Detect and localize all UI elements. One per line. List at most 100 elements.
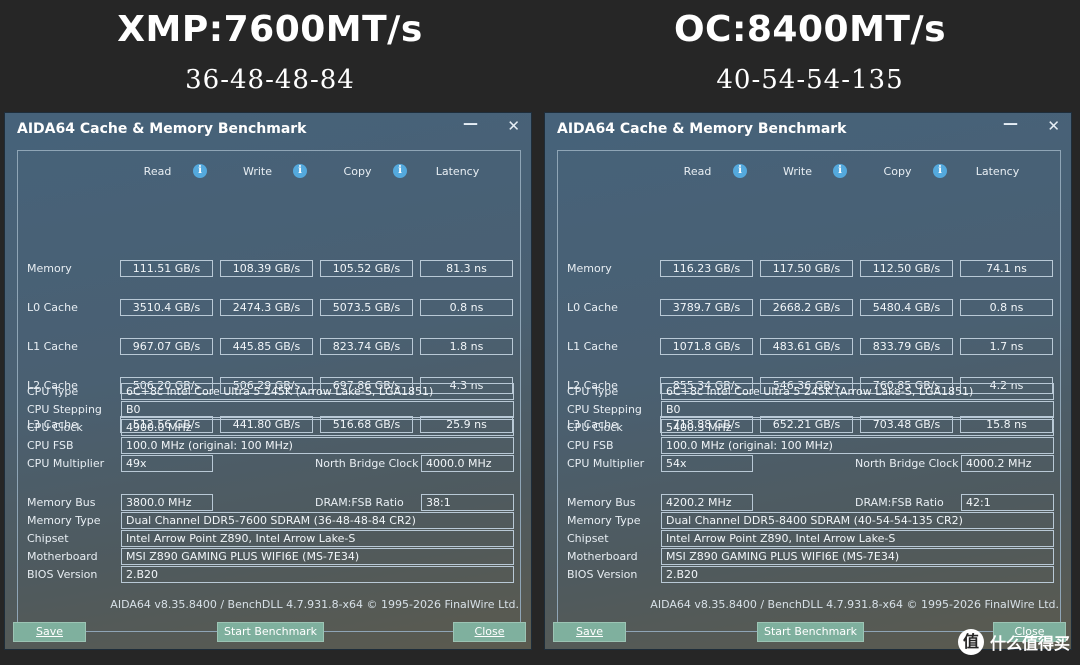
info-label-memory-type: Memory Type xyxy=(27,514,101,527)
info-label-memory-type: Memory Type xyxy=(567,514,641,527)
column-header-read: Read xyxy=(143,165,172,178)
memory-type-value: Dual Channel DDR5-7600 SDRAM (36-48-48-8… xyxy=(121,512,514,529)
save-button[interactable]: Save xyxy=(553,622,626,642)
info-label-cpu-clock: CPU Clock xyxy=(27,421,83,434)
start-benchmark-button[interactable]: Start Benchmark xyxy=(757,622,864,642)
info-label-cpu-type: CPU Type xyxy=(567,385,619,398)
memory-read-value: 116.23 GB/s xyxy=(660,260,753,277)
info-icon[interactable]: i xyxy=(393,164,407,178)
version-footer: AIDA64 v8.35.8400 / BenchDLL 4.7.931.8-x… xyxy=(650,598,1059,611)
column-header-latency: Latency xyxy=(435,165,480,178)
info-icon[interactable]: i xyxy=(193,164,207,178)
bios-version-value: 2.B20 xyxy=(121,566,514,583)
close-button[interactable]: Close xyxy=(453,622,526,642)
cpu-type-value: 6C+8c Intel Core Ultra 5 245K (Arrow Lak… xyxy=(661,383,1054,400)
heading-left: XMP:7600MT/s 36-48-48-84 xyxy=(0,0,540,96)
row-label-memory: Memory xyxy=(27,262,72,275)
info-label-cpu-fsb: CPU FSB xyxy=(567,439,614,452)
info-label-north-bridge-clock: North Bridge Clock xyxy=(315,457,419,470)
close-button-label: Close xyxy=(474,625,505,638)
north-bridge-clock-value: 4000.2 MHz xyxy=(961,455,1054,472)
info-label-memory-bus: Memory Bus xyxy=(567,496,636,509)
site-name: 什么值得买 xyxy=(989,634,1070,653)
l1-write-value: 483.61 GB/s xyxy=(760,338,853,355)
info-label-cpu-type: CPU Type xyxy=(27,385,79,398)
cpu-clock-value: 5400.3 MHz xyxy=(661,419,1054,436)
column-header-write: Write xyxy=(782,165,813,178)
benchmark-window-left: AIDA64 Cache & Memory Benchmark — ✕ Read i Wr… xyxy=(4,112,532,650)
memory-read-value: 111.51 GB/s xyxy=(120,260,213,277)
info-label-cpu-multiplier: CPU Multiplier xyxy=(27,457,105,470)
dram-fsb-ratio-value: 38:1 xyxy=(421,494,514,511)
info-label-cpu-clock: CPU Clock xyxy=(567,421,623,434)
info-label-cpu-stepping: CPU Stepping xyxy=(27,403,102,416)
l0-read-value: 3789.7 GB/s xyxy=(660,299,753,316)
l1-copy-value: 823.74 GB/s xyxy=(320,338,413,355)
heading-timings: 36-48-48-84 xyxy=(185,65,355,95)
minimize-button[interactable]: — xyxy=(1003,115,1018,131)
row-label-l1: L1 Cache xyxy=(567,340,618,353)
info-label-cpu-fsb: CPU FSB xyxy=(27,439,74,452)
info-label-memory-bus: Memory Bus xyxy=(27,496,96,509)
motherboard-value: MSI Z890 GAMING PLUS WIFI6E (MS-7E34) xyxy=(661,548,1054,565)
row-label-l0: L0 Cache xyxy=(27,301,78,314)
memory-copy-value: 112.50 GB/s xyxy=(860,260,953,277)
memory-bus-value: 4200.2 MHz xyxy=(661,494,753,511)
info-label-cpu-multiplier: CPU Multiplier xyxy=(567,457,645,470)
l1-read-value: 967.07 GB/s xyxy=(120,338,213,355)
column-header-copy: Copy xyxy=(883,165,912,178)
site-logo: 值 xyxy=(957,629,984,655)
memory-latency-value: 81.3 ns xyxy=(420,260,513,277)
close-window-button[interactable]: ✕ xyxy=(507,118,520,134)
info-icon[interactable]: i xyxy=(733,164,747,178)
memory-write-value: 117.50 GB/s xyxy=(760,260,853,277)
l1-latency-value: 1.8 ns xyxy=(420,338,513,355)
cpu-clock-value: 4900.0 MHz xyxy=(121,419,514,436)
heading-right: OC:8400MT/s 40-54-54-135 xyxy=(540,0,1080,96)
heading-title: XMP:7600MT/s xyxy=(117,9,423,50)
minimize-button[interactable]: — xyxy=(463,115,478,131)
cpu-stepping-value: B0 xyxy=(661,401,1054,418)
l0-copy-value: 5480.4 GB/s xyxy=(860,299,953,316)
memory-latency-value: 74.1 ns xyxy=(960,260,1053,277)
close-window-button[interactable]: ✕ xyxy=(1047,118,1060,134)
window-titlebar: AIDA64 Cache & Memory Benchmark — ✕ xyxy=(544,112,1072,144)
info-label-motherboard: Motherboard xyxy=(27,550,98,563)
site-watermark: 值 什么值得买 xyxy=(957,629,1070,655)
north-bridge-clock-value: 4000.0 MHz xyxy=(421,455,514,472)
row-label-l0: L0 Cache xyxy=(567,301,618,314)
memory-copy-value: 105.52 GB/s xyxy=(320,260,413,277)
dram-fsb-ratio-value: 42:1 xyxy=(961,494,1054,511)
info-icon[interactable]: i xyxy=(293,164,307,178)
info-label-bios-version: BIOS Version xyxy=(27,568,98,581)
save-button-label: Save xyxy=(35,625,63,638)
column-header-write: Write xyxy=(242,165,273,178)
l1-read-value: 1071.8 GB/s xyxy=(660,338,753,355)
memory-write-value: 108.39 GB/s xyxy=(220,260,313,277)
l0-write-value: 2474.3 GB/s xyxy=(220,299,313,316)
info-label-chipset: Chipset xyxy=(567,532,609,545)
save-button-label: Save xyxy=(575,625,603,638)
l0-latency-value: 0.8 ns xyxy=(960,299,1053,316)
l1-write-value: 445.85 GB/s xyxy=(220,338,313,355)
row-label-l1: L1 Cache xyxy=(27,340,78,353)
cpu-stepping-value: B0 xyxy=(121,401,514,418)
save-button[interactable]: Save xyxy=(13,622,86,642)
window-titlebar: AIDA64 Cache & Memory Benchmark — ✕ xyxy=(4,112,532,144)
info-label-north-bridge-clock: North Bridge Clock xyxy=(855,457,959,470)
cpu-multiplier-value: 54x xyxy=(661,455,753,472)
window-title: AIDA64 Cache & Memory Benchmark xyxy=(557,121,847,137)
info-label-bios-version: BIOS Version xyxy=(567,568,638,581)
start-benchmark-button[interactable]: Start Benchmark xyxy=(217,622,324,642)
info-icon[interactable]: i xyxy=(933,164,947,178)
info-icon[interactable]: i xyxy=(833,164,847,178)
cpu-multiplier-value: 49x xyxy=(121,455,213,472)
chipset-value: Intel Arrow Point Z890, Intel Arrow Lake… xyxy=(661,530,1054,547)
chipset-value: Intel Arrow Point Z890, Intel Arrow Lake… xyxy=(121,530,514,547)
info-label-dram-fsb-ratio: DRAM:FSB Ratio xyxy=(855,496,944,509)
l0-latency-value: 0.8 ns xyxy=(420,299,513,316)
column-header-read: Read xyxy=(683,165,712,178)
memory-type-value: Dual Channel DDR5-8400 SDRAM (40-54-54-1… xyxy=(661,512,1054,529)
heading-title: OC:8400MT/s xyxy=(673,9,947,50)
memory-bus-value: 3800.0 MHz xyxy=(121,494,213,511)
